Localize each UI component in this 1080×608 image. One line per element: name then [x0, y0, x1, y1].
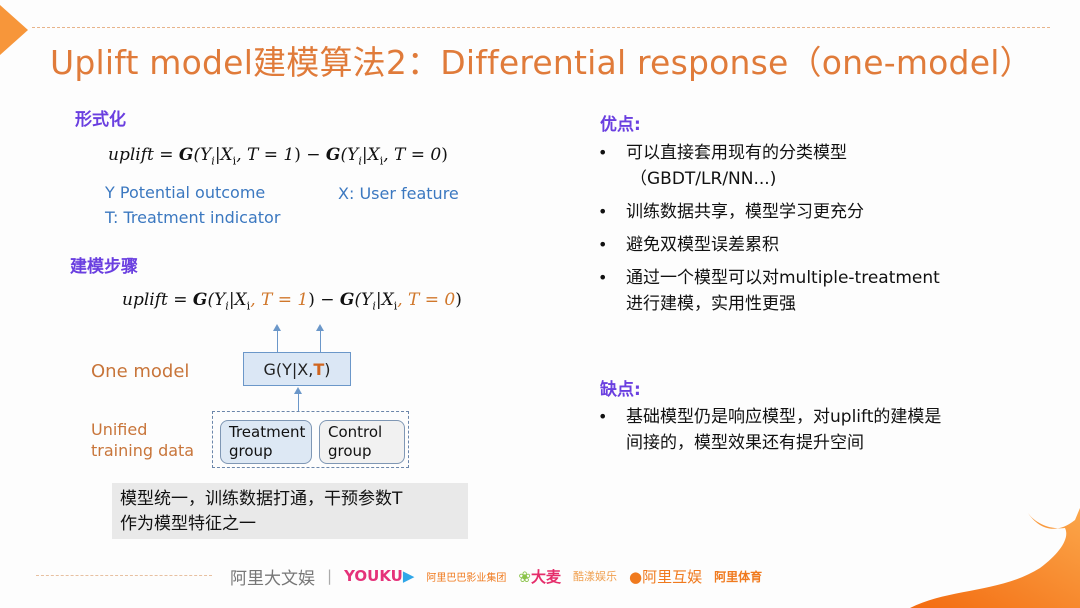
- logo-kuyang: 酷漾娱乐: [573, 570, 618, 583]
- formula-steps: uplift = G(Yi|Xi, T = 1) − G(Yi|Xi, T = …: [122, 290, 462, 313]
- footer-logos: 阿里大文娱 | YOUKU▶ 阿里巴巴影业集团 ❀大麦 酷漾娱乐 ●阿里互娱 阿…: [230, 563, 762, 589]
- pros-heading: 优点:: [600, 115, 641, 135]
- corner-triangle-decoration: [0, 5, 28, 55]
- steps-heading: 建模步骤: [70, 257, 138, 277]
- title-divider: [32, 27, 1050, 28]
- pros-item: 训练数据共享，模型学习更充分: [598, 199, 1018, 225]
- legend-y: Y Potential outcome: [105, 183, 266, 202]
- summary-note: 模型统一，训练数据打通，干预参数T 作为模型特征之一: [112, 483, 468, 539]
- pros-list: 可以直接套用现有的分类模型（GBDT/LR/NN...) 训练数据共享，模型学习…: [598, 140, 1018, 324]
- logo-ali-huyu: ●阿里互娱: [629, 567, 703, 586]
- legend-x: X: User feature: [338, 184, 459, 203]
- formula-formalization: uplift = G(Yi|Xi, T = 1) − G(Yi|Xi, T = …: [108, 145, 448, 168]
- one-model-label: One model: [91, 361, 190, 382]
- model-box: G(Y|X, T): [243, 352, 351, 386]
- logo-alibaba-pictures: 阿里巴巴影业集团: [426, 572, 507, 584]
- unified-training-data-label: Unified training data: [91, 420, 195, 460]
- formalization-heading: 形式化: [75, 110, 126, 130]
- arrow-line: [298, 393, 299, 411]
- logo-youku: YOUKU▶: [344, 567, 415, 585]
- footer-divider: [36, 575, 212, 576]
- slide-title: Uplift model建模算法2：Differential response（…: [50, 43, 1033, 82]
- legend-t: T: Treatment indicator: [105, 208, 281, 227]
- logo-separator: |: [327, 567, 333, 585]
- logo-ali-sports: 阿里体育: [714, 569, 763, 584]
- arrow-line: [277, 330, 278, 352]
- treatment-group-box: Treatment group: [220, 420, 312, 464]
- flame-decoration-icon: [910, 508, 1080, 608]
- pros-item: 通过一个模型可以对multiple-treatment进行建模，实用性更强: [598, 265, 1018, 317]
- control-group-box: Control group: [319, 420, 405, 464]
- cons-list: 基础模型仍是响应模型，对uplift的建模是间接的，模型效果还有提升空间: [598, 404, 1028, 463]
- pros-item: 避免双模型误差累积: [598, 232, 1018, 258]
- arrow-line: [320, 330, 321, 352]
- logo-damai: ❀大麦: [518, 567, 562, 586]
- logo-ali-dawenyu: 阿里大文娱: [230, 568, 315, 589]
- cons-item: 基础模型仍是响应模型，对uplift的建模是间接的，模型效果还有提升空间: [598, 404, 1028, 456]
- cons-heading: 缺点:: [600, 380, 641, 400]
- pros-item: 可以直接套用现有的分类模型（GBDT/LR/NN...): [598, 140, 1018, 192]
